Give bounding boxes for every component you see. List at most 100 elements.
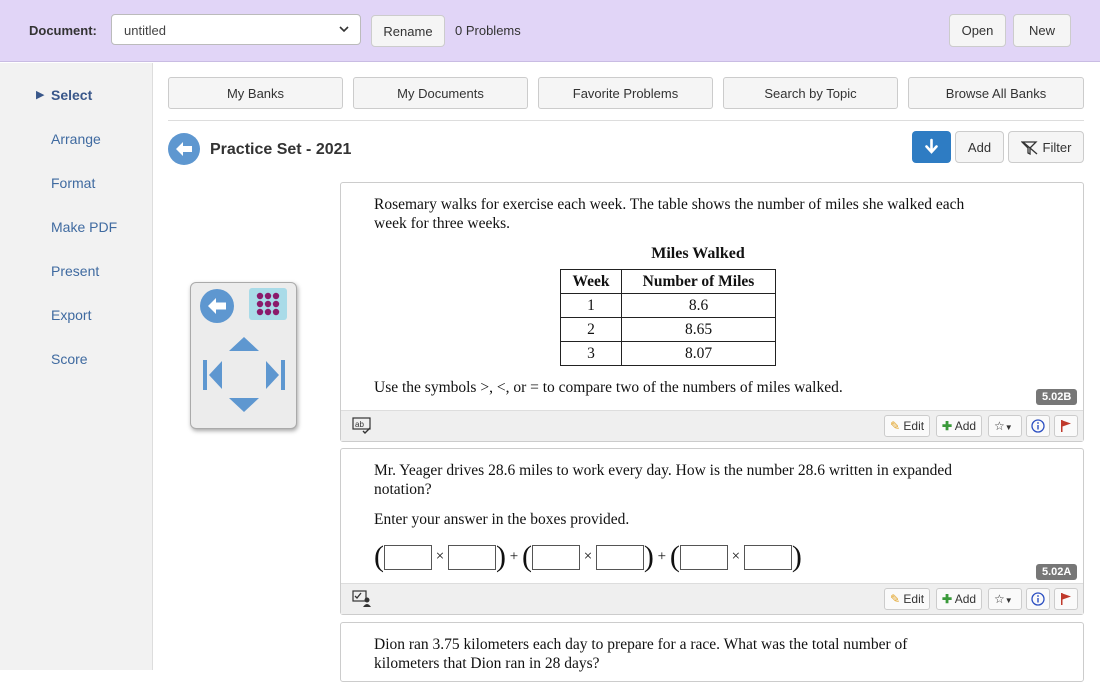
- nav-up-icon[interactable]: [227, 335, 261, 353]
- pencil-icon: ✎: [890, 419, 901, 433]
- tab-my-banks[interactable]: My Banks: [168, 77, 343, 109]
- tab-search-by-topic[interactable]: Search by Topic: [723, 77, 898, 109]
- problem-text: Mr. Yeager drives 28.6 miles to work eve…: [374, 462, 952, 498]
- standard-badge: 5.02A: [1036, 564, 1078, 580]
- table-row: 1 8.6: [560, 293, 776, 318]
- expanded-notation-inputs: ( × ) + ( × ) + ( × ): [374, 540, 802, 573]
- back-arrow-icon[interactable]: [168, 133, 200, 165]
- table-row: 3 8.07: [560, 341, 776, 366]
- table-cell: 8.6: [621, 293, 776, 318]
- standard-badge: 5.02B: [1036, 389, 1078, 405]
- edit-label: Edit: [903, 592, 925, 606]
- sidebar-item-make-pdf[interactable]: Make PDF: [51, 219, 117, 235]
- tab-browse-all-banks[interactable]: Browse All Banks: [908, 77, 1084, 109]
- flag-button[interactable]: [1054, 588, 1078, 610]
- add-problem-button[interactable]: ✚ Add: [936, 415, 983, 437]
- new-button[interactable]: New: [1013, 14, 1071, 47]
- document-select-value: untitled: [124, 23, 166, 38]
- tab-my-documents[interactable]: My Documents: [353, 77, 528, 109]
- grid-view-icon[interactable]: [249, 288, 287, 320]
- plus-icon: ✚: [942, 592, 953, 606]
- problem-card[interactable]: Mr. Yeager drives 28.6 miles to work eve…: [340, 448, 1084, 615]
- add-label: Add: [954, 419, 977, 433]
- filter-label: Filter: [1042, 140, 1072, 155]
- edit-button[interactable]: ✎ Edit: [884, 415, 931, 437]
- answer-box[interactable]: [531, 544, 580, 570]
- teacher-graded-icon: [352, 590, 371, 607]
- times-sign: ×: [435, 548, 445, 565]
- edit-label: Edit: [903, 419, 925, 433]
- document-label: Document:: [29, 23, 97, 38]
- add-button[interactable]: Add: [955, 131, 1004, 163]
- problem-text: Rosemary walks for exercise each week. T…: [374, 196, 965, 232]
- flag-icon: [1061, 593, 1071, 605]
- document-select[interactable]: untitled: [111, 14, 361, 45]
- sidebar-item-select[interactable]: Select: [51, 87, 92, 103]
- info-button[interactable]: [1026, 588, 1050, 610]
- favorite-dropdown[interactable]: ☆▼: [988, 415, 1022, 437]
- info-icon: [1031, 419, 1045, 433]
- star-icon: ☆: [994, 592, 1005, 606]
- sidebar-item-present[interactable]: Present: [51, 263, 99, 279]
- nav-down-icon[interactable]: [227, 396, 261, 414]
- problem-card[interactable]: Rosemary walks for exercise each week. T…: [340, 182, 1084, 442]
- caret-down-icon: ▼: [1004, 596, 1013, 605]
- problem-toolbar: ✎ Edit ✚ Add ☆▼: [341, 583, 1083, 614]
- favorite-dropdown[interactable]: ☆▼: [988, 588, 1022, 610]
- times-sign: ×: [583, 548, 593, 565]
- plus-sign: +: [509, 548, 519, 565]
- nav-last-icon[interactable]: [264, 359, 286, 391]
- table-header: Week: [560, 269, 622, 294]
- problem-text: Enter your answer in the boxes provided.: [374, 511, 630, 528]
- chevron-down-icon: [339, 26, 349, 33]
- table-header: Number of Miles: [621, 269, 776, 294]
- active-arrow-icon: ▶: [36, 89, 45, 101]
- sidebar-item-score[interactable]: Score: [51, 351, 88, 367]
- sidebar-item-arrange[interactable]: Arrange: [51, 131, 101, 147]
- star-icon: ☆: [994, 419, 1005, 433]
- tab-favorite-problems[interactable]: Favorite Problems: [538, 77, 713, 109]
- add-problem-button[interactable]: ✚ Add: [936, 588, 983, 610]
- answer-box[interactable]: [679, 544, 728, 570]
- problem-text: Dion ran 3.75 kilometers each day to pre…: [374, 636, 908, 672]
- answer-box[interactable]: [447, 544, 496, 570]
- nav-first-icon[interactable]: [202, 359, 224, 391]
- answer-box[interactable]: [595, 544, 644, 570]
- problem-count: 0 Problems: [455, 23, 521, 38]
- pencil-icon: ✎: [890, 592, 901, 606]
- answer-box[interactable]: [384, 544, 432, 570]
- table-cell: 8.65: [621, 317, 776, 342]
- table-cell: 1: [560, 293, 622, 318]
- download-arrow-icon: [925, 138, 938, 154]
- flag-icon: [1061, 420, 1071, 432]
- filter-button[interactable]: Filter: [1008, 131, 1084, 163]
- info-icon: [1031, 592, 1045, 606]
- times-sign: ×: [731, 548, 741, 565]
- sidebar-item-export[interactable]: Export: [51, 307, 91, 323]
- edit-button[interactable]: ✎ Edit: [884, 588, 931, 610]
- plus-sign: +: [657, 548, 667, 565]
- download-button[interactable]: [912, 131, 951, 163]
- plus-icon: ✚: [942, 419, 953, 433]
- open-button[interactable]: Open: [949, 14, 1006, 47]
- caret-down-icon: ▼: [1004, 423, 1013, 432]
- table-cell: 3: [560, 341, 622, 366]
- answer-box[interactable]: [743, 544, 792, 570]
- miles-table: Week Number of Miles 1 8.6 2 8.65 3 8.07: [560, 269, 776, 366]
- table-row: 2 8.65: [560, 317, 776, 342]
- problem-text: Use the symbols >, <, or = to compare tw…: [374, 379, 843, 396]
- top-bar: Document: untitled Rename 0 Problems Ope…: [0, 0, 1100, 62]
- rename-button[interactable]: Rename: [371, 15, 445, 47]
- flag-button[interactable]: [1054, 415, 1078, 437]
- info-button[interactable]: [1026, 415, 1050, 437]
- nav-back-icon[interactable]: [200, 289, 234, 323]
- table-cell: 8.07: [621, 341, 776, 366]
- sidebar-item-format[interactable]: Format: [51, 175, 95, 191]
- divider: [168, 120, 1084, 121]
- text-answer-icon: ab: [352, 417, 371, 434]
- table-cell: 2: [560, 317, 622, 342]
- add-label: Add: [954, 592, 977, 606]
- problem-card[interactable]: Dion ran 3.75 kilometers each day to pre…: [340, 622, 1084, 682]
- set-title: Practice Set - 2021: [210, 141, 352, 158]
- svg-text:ab: ab: [355, 420, 364, 429]
